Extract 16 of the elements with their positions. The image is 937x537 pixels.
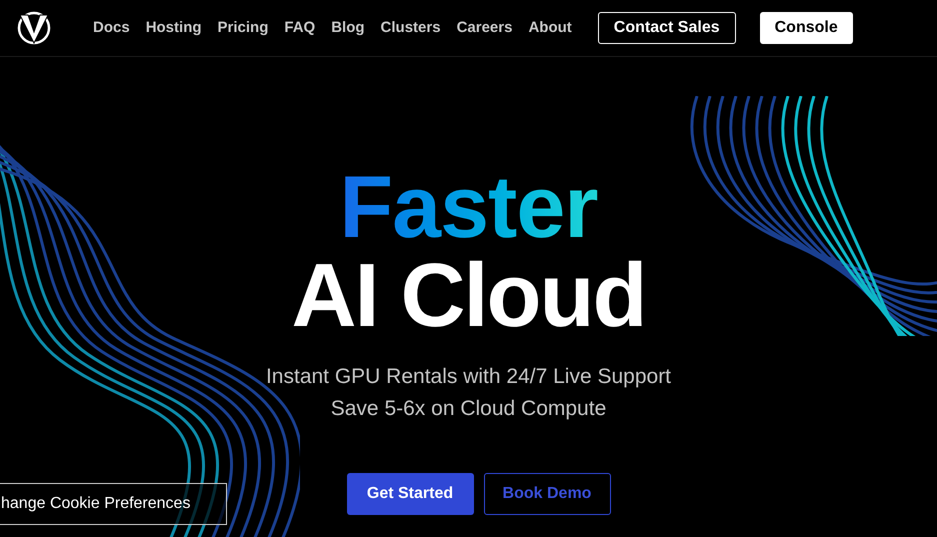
logo-icon[interactable]: [16, 10, 52, 46]
nav-button[interactable]: Contact Sales: [598, 12, 736, 44]
nav-link[interactable]: Hosting: [146, 16, 202, 40]
nav-button[interactable]: Console: [760, 12, 853, 44]
cta-button[interactable]: Get Started: [346, 473, 474, 515]
nav-link[interactable]: Careers: [456, 16, 512, 40]
nav-link[interactable]: Blog: [331, 16, 365, 40]
nav-link[interactable]: Pricing: [218, 16, 268, 40]
cookie-preferences-button[interactable]: hange Cookie Preferences: [0, 483, 227, 525]
hero-title: AI Cloud: [292, 251, 646, 341]
nav-link[interactable]: Docs: [93, 16, 130, 40]
hero-subtitle: Instant GPU Rentals with 24/7 Live Support: [266, 365, 672, 389]
nav-link[interactable]: Clusters: [380, 16, 441, 40]
nav-link[interactable]: About: [528, 16, 572, 40]
hero-subtitle: Save 5-6x on Cloud Compute: [330, 397, 606, 421]
nav-link[interactable]: FAQ: [284, 16, 316, 40]
